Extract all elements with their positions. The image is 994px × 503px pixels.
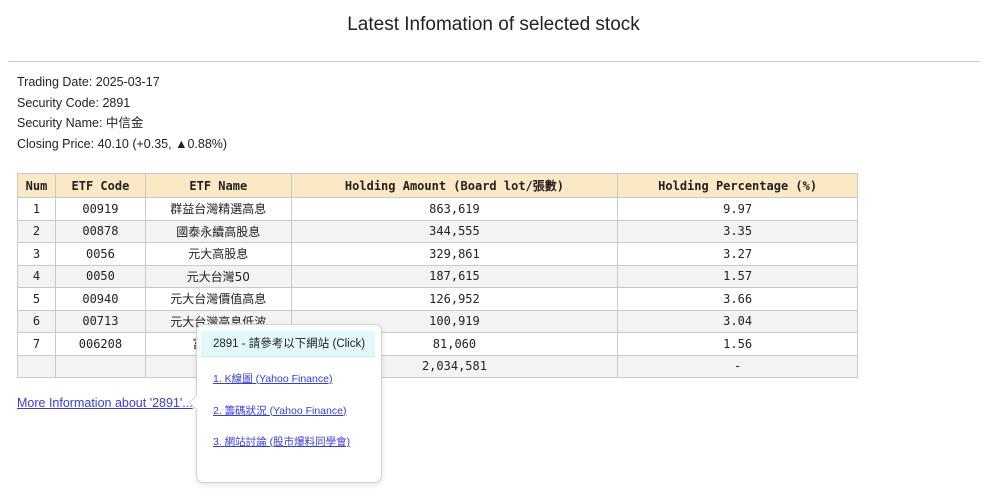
header-num[interactable]: Num — [17, 173, 56, 198]
total-num — [17, 354, 56, 378]
total-holding-percentage: - — [617, 354, 858, 378]
more-info-popover: 2891 - 請參考以下網站 (Click) 1. K線圖 (Yahoo Fin… — [188, 324, 382, 483]
page-title: Latest Infomation of selected stock — [347, 14, 640, 35]
cell-holding-amount: 187,615 — [290, 264, 619, 288]
table-row: 3 0056 元大高股息 329,861 3.27 — [17, 242, 858, 266]
header-etf-code[interactable]: ETF Code — [54, 173, 146, 198]
cell-etf-code: 00940 — [54, 287, 146, 311]
cell-etf-code: 0050 — [54, 264, 146, 288]
header-etf-name[interactable]: ETF Name — [144, 173, 292, 198]
closing-price: Closing Price: 40.10 (+0.35, ▲0.88%) — [17, 136, 228, 151]
cell-etf-name: 元大台灣50 — [144, 264, 292, 288]
cell-etf-code: 00878 — [54, 219, 146, 243]
table-row: 1 00919 群益台灣精選高息 863,619 9.97 — [17, 197, 858, 221]
more-information-link[interactable]: More Information about '2891'... — [17, 396, 193, 410]
cell-etf-code: 006208 — [54, 332, 146, 356]
etf-holdings-table: Num ETF Code ETF Name Holding Amount (Bo… — [17, 173, 858, 378]
cell-holding-percentage: 1.57 — [617, 264, 858, 288]
cell-holding-percentage: 9.97 — [617, 197, 858, 221]
cell-holding-amount: 863,619 — [290, 197, 619, 221]
header-holding-amount[interactable]: Holding Amount (Board lot/張數) — [290, 173, 619, 198]
popover-link-list: 1. K線圖 (Yahoo Finance) 2. 籌碼狀況 (Yahoo Fi… — [213, 372, 350, 467]
cell-num: 6 — [17, 309, 56, 333]
cell-etf-code: 0056 — [54, 242, 146, 266]
cell-num: 3 — [17, 242, 56, 266]
cell-num: 5 — [17, 287, 56, 311]
cell-holding-amount: 126,952 — [290, 287, 619, 311]
table-row: 6 00713 元大台灣高息低波 100,919 3.04 — [17, 309, 858, 333]
popover-header: 2891 - 請參考以下網站 (Click) — [201, 331, 375, 357]
chip-status-link[interactable]: 2. 籌碼狀況 (Yahoo Finance) — [213, 404, 350, 436]
cell-etf-name: 元大台灣價值高息 — [144, 287, 292, 311]
security-name: Security Name: 中信金 — [17, 116, 144, 130]
table-total-row: 2,034,581 - — [17, 354, 858, 378]
table-row: 2 00878 國泰永續高股息 344,555 3.35 — [17, 219, 858, 243]
kline-chart-link[interactable]: 1. K線圖 (Yahoo Finance) — [213, 372, 350, 404]
table-row: 5 00940 元大台灣價值高息 126,952 3.66 — [17, 287, 858, 311]
cell-holding-percentage: 3.66 — [617, 287, 858, 311]
header-holding-percentage[interactable]: Holding Percentage (%) — [617, 173, 858, 198]
table-row: 4 0050 元大台灣50 187,615 1.57 — [17, 264, 858, 288]
cell-num: 2 — [17, 219, 56, 243]
security-code: Security Code: 2891 — [17, 95, 131, 110]
table-row: 7 006208 富邦台50 81,060 1.56 — [17, 332, 858, 356]
cell-holding-percentage: 3.27 — [617, 242, 858, 266]
cell-holding-percentage: 3.35 — [617, 219, 858, 243]
cell-holding-amount: 344,555 — [290, 219, 619, 243]
cell-etf-code: 00713 — [54, 309, 146, 333]
cell-num: 1 — [17, 197, 56, 221]
cell-etf-name: 國泰永續高股息 — [144, 219, 292, 243]
cell-etf-name: 元大高股息 — [144, 242, 292, 266]
cell-etf-code: 00919 — [54, 197, 146, 221]
cell-holding-percentage: 3.04 — [617, 309, 858, 333]
table-header-row: Num ETF Code ETF Name Holding Amount (Bo… — [17, 173, 858, 198]
trading-date: Trading Date: 2025-03-17 — [17, 75, 160, 89]
cell-holding-amount: 329,861 — [290, 242, 619, 266]
title-divider — [9, 61, 980, 62]
cell-num: 7 — [17, 332, 56, 356]
total-etf-code — [54, 354, 146, 378]
stock-info: Trading Date: 2025-03-17 Security Code: … — [17, 72, 227, 154]
cell-etf-name: 群益台灣精選高息 — [144, 197, 292, 221]
forum-discussion-link[interactable]: 3. 網站討論 (股市爆料同學會) — [213, 435, 350, 467]
cell-holding-percentage: 1.56 — [617, 332, 858, 356]
cell-num: 4 — [17, 264, 56, 288]
